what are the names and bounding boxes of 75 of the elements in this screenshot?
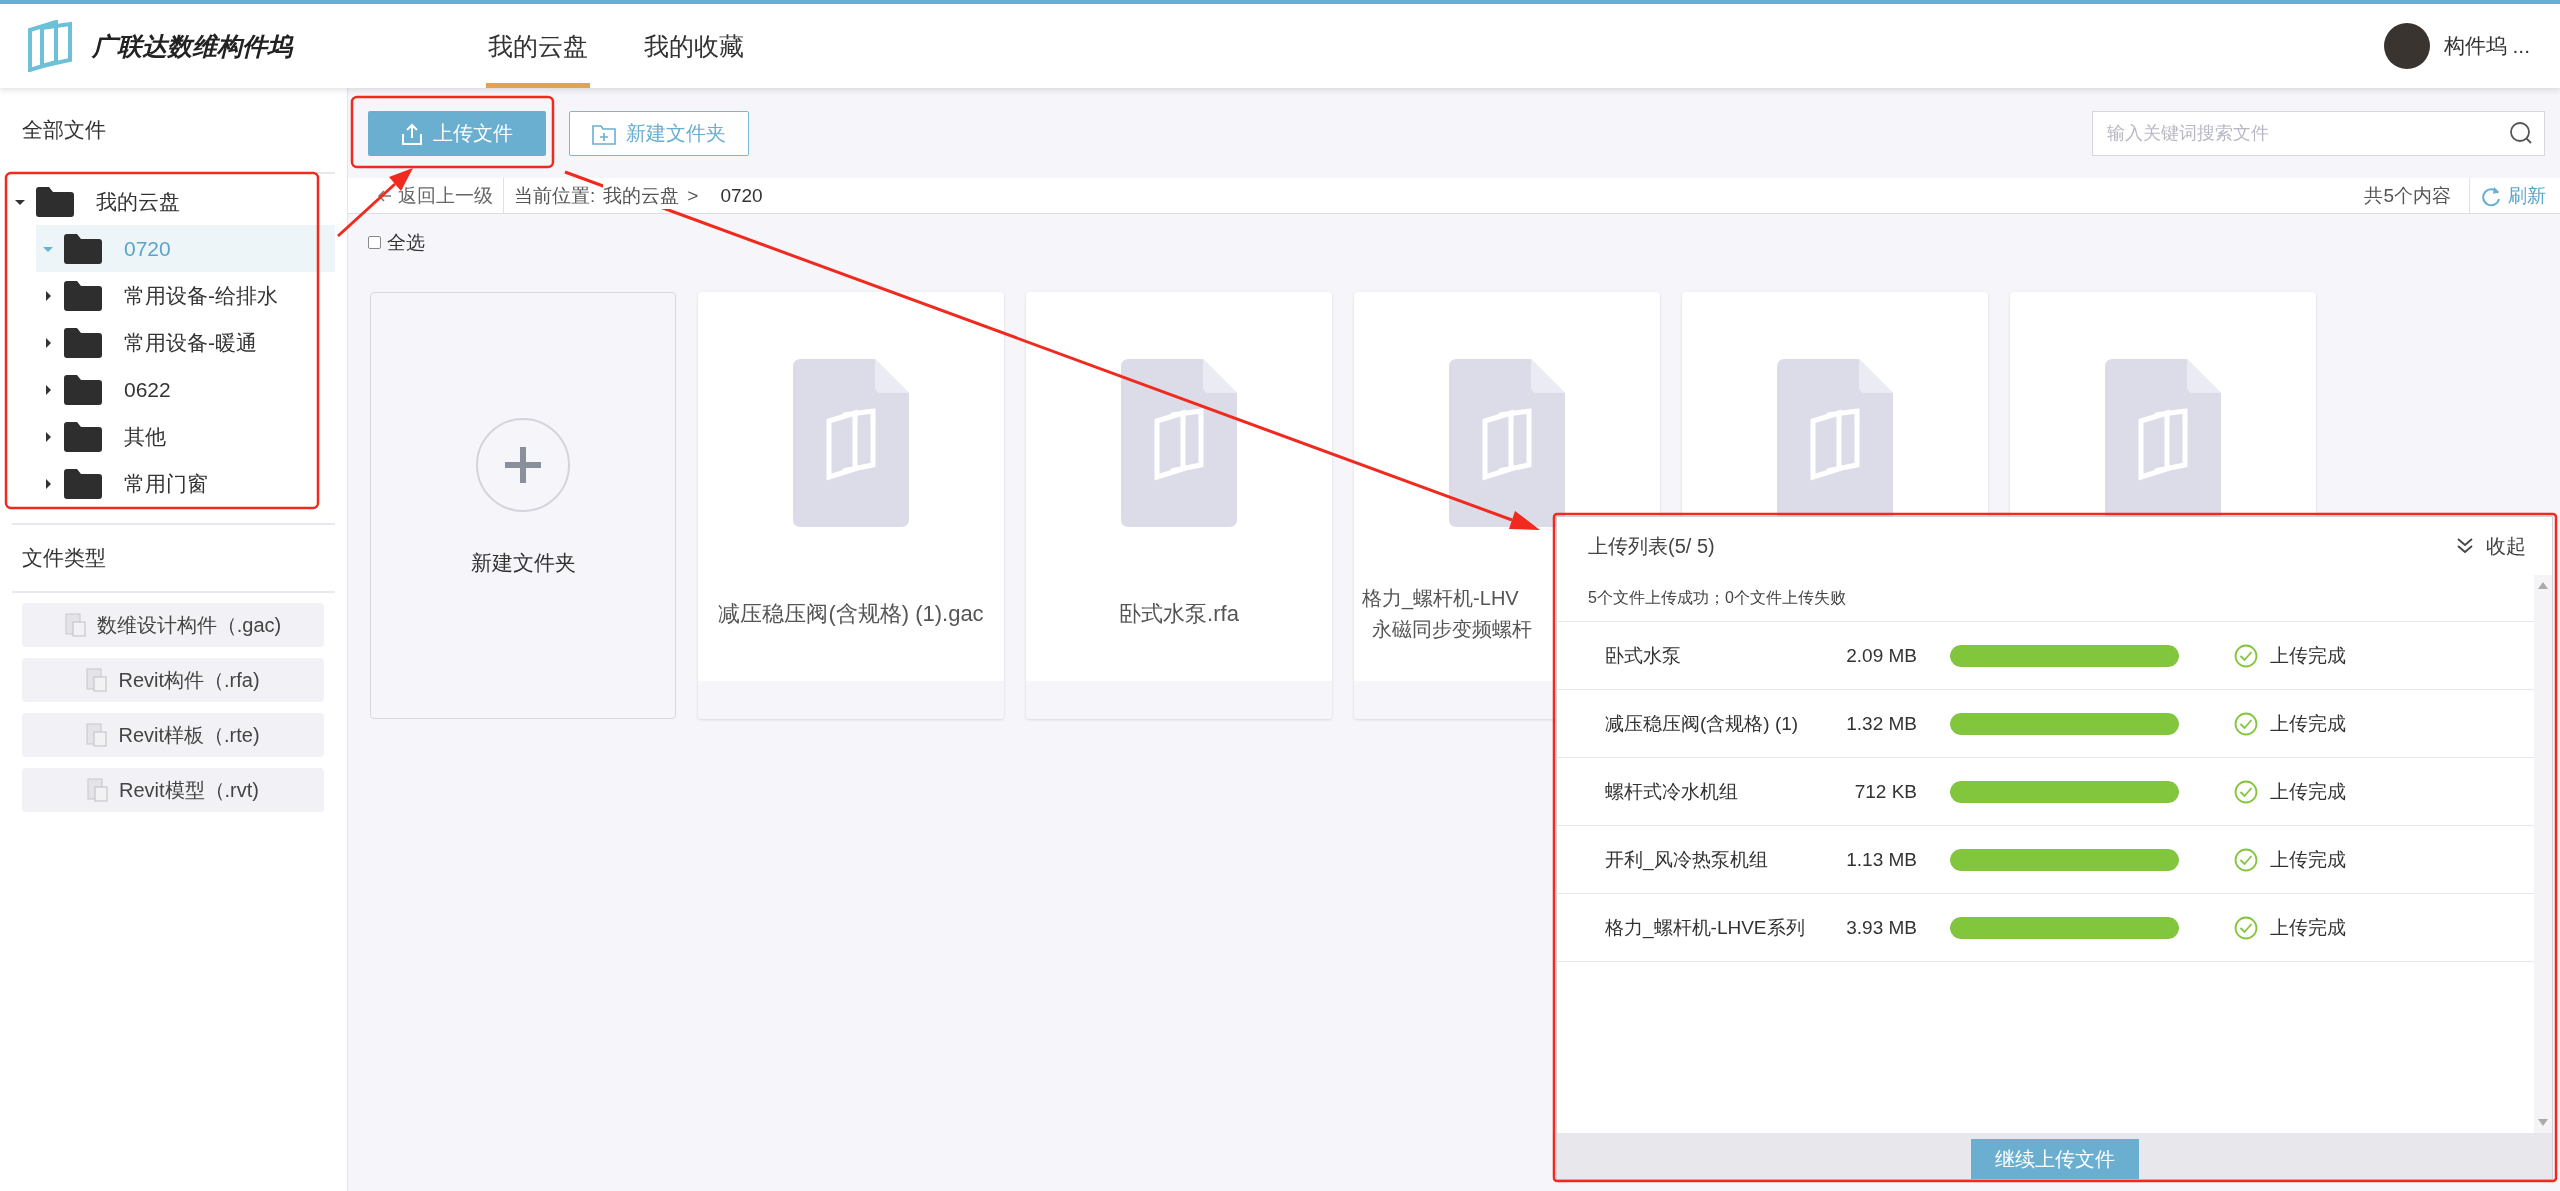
- tree-item[interactable]: 常用设备-给排水: [36, 272, 335, 319]
- check-circle-icon: [2234, 779, 2258, 804]
- file-size: 2.09 MB: [1845, 644, 1917, 667]
- folder-plus-icon: [592, 122, 616, 145]
- tree-item[interactable]: 我的云盘: [8, 178, 335, 225]
- upload-status: 上传完成: [2270, 847, 2346, 872]
- collapse-button[interactable]: 收起: [2456, 532, 2526, 560]
- file-type-button[interactable]: Revit构件（.rfa): [22, 658, 324, 702]
- tree-item[interactable]: 常用门窗: [36, 460, 335, 507]
- upload-status: 上传完成: [2270, 915, 2346, 940]
- file-size: 1.32 MB: [1845, 712, 1917, 735]
- select-all-label[interactable]: 全选: [387, 229, 425, 256]
- file-type-button[interactable]: Revit样板（.rte): [22, 713, 324, 757]
- user-name[interactable]: 构件坞 ...: [2443, 32, 2530, 60]
- check-circle-icon: [2234, 711, 2258, 736]
- file-name: 减压稳压阀(含规格) (1).gac: [718, 600, 984, 628]
- nav-tab[interactable]: 我的收藏: [642, 9, 746, 88]
- new-folder-card[interactable]: 新建文件夹: [370, 292, 676, 719]
- upload-status: 上传完成: [2270, 779, 2346, 804]
- nav-tab[interactable]: 我的云盘: [486, 9, 590, 88]
- file-icon: [1121, 359, 1237, 527]
- scroll-down-icon: [2538, 1119, 2548, 1127]
- search-field[interactable]: 输入关键词搜索文件: [2092, 111, 2545, 156]
- file-name: 卧式水泵.rfa: [1119, 600, 1239, 628]
- folder-icon: [64, 468, 102, 499]
- file-card[interactable]: 卧式水泵.rfa: [1026, 292, 1332, 719]
- upload-summary: 5个文件上传成功；0个文件上传失败: [1557, 575, 2534, 622]
- card-label: 新建文件夹: [470, 550, 576, 576]
- tree-item[interactable]: 0622: [36, 366, 335, 413]
- upload-icon: [401, 121, 423, 146]
- folder-icon: [64, 233, 102, 264]
- file-name: 格力_螺杆机-LHV: [1362, 586, 1519, 612]
- file-type-icon: [64, 613, 87, 637]
- folder-icon: [36, 186, 74, 217]
- folder-icon: [64, 421, 102, 452]
- upload-status: 上传完成: [2270, 643, 2346, 668]
- scroll-up-icon: [2538, 581, 2548, 589]
- breadcrumb-item[interactable]: 我的云盘: [603, 182, 680, 209]
- file-type-icon: [86, 668, 109, 692]
- breadcrumb-separator: >: [686, 184, 699, 207]
- scrollbar[interactable]: [2534, 575, 2552, 1133]
- section-title: 文件类型: [12, 523, 335, 593]
- file-type-icon: [86, 723, 109, 747]
- check-circle-icon: [2234, 915, 2258, 940]
- refresh-icon: [2482, 184, 2502, 207]
- back-arrow-icon: [378, 189, 392, 202]
- double-chevron-icon: [2456, 537, 2474, 555]
- file-icon: [793, 359, 909, 527]
- plus-icon: [475, 417, 571, 513]
- select-all-checkbox[interactable]: [368, 236, 381, 249]
- file-type-button[interactable]: 数维设计构件（.gac): [22, 603, 324, 647]
- brand-name: 广联达数维构件坞: [92, 30, 292, 62]
- folder-icon: [64, 280, 102, 311]
- file-size: 1.13 MB: [1845, 848, 1917, 871]
- folder-icon: [64, 327, 102, 358]
- check-circle-icon: [2234, 643, 2258, 668]
- search-icon: [2509, 121, 2533, 145]
- tree-item[interactable]: 常用设备-暖通: [36, 319, 335, 366]
- file-name: 格力_螺杆机-LHVE系列: [1605, 915, 1806, 941]
- file-name: 螺杆式冷水机组: [1605, 779, 1739, 804]
- avatar[interactable]: [2383, 23, 2430, 69]
- tree-item[interactable]: 其他: [36, 413, 335, 460]
- check-circle-icon: [2234, 847, 2258, 872]
- folder-icon: [64, 374, 102, 405]
- file-name: 永磁同步变频螺杆: [1371, 617, 1532, 642]
- file-type-icon: [87, 778, 109, 802]
- upload-status: 上传完成: [2270, 711, 2346, 736]
- file-size: 3.93 MB: [1845, 916, 1917, 939]
- file-card[interactable]: 减压稳压阀(含规格) (1).gac: [698, 292, 1004, 719]
- location-label: 当前位置:: [513, 183, 596, 208]
- section-title: 全部文件: [12, 88, 335, 174]
- file-size: 712 KB: [1853, 780, 1917, 803]
- file-type-button[interactable]: Revit模型（.rvt): [22, 768, 324, 812]
- item-count: 共5个内容: [2364, 178, 2470, 213]
- file-name: 开利_风冷热泵机组: [1605, 847, 1769, 873]
